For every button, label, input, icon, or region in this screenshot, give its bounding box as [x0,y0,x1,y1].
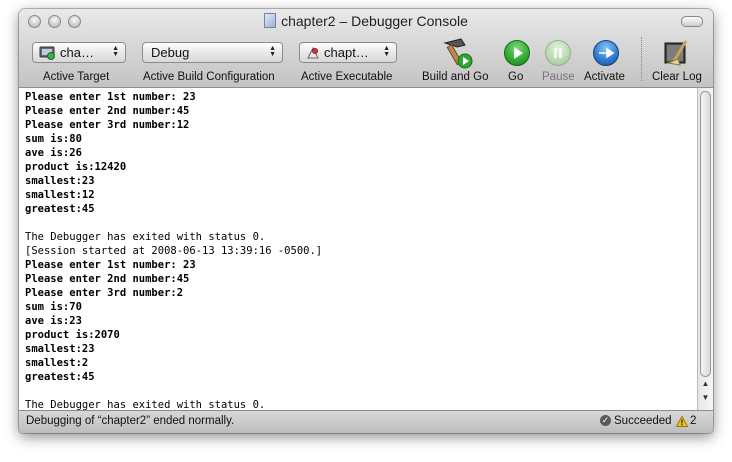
console-line: sum is:80 [25,133,82,145]
console-line: [Session started at 2008-06-13 13:39:16 … [25,245,323,257]
build-configuration-popup[interactable]: Debug ▲ ▼ [142,42,283,63]
activate-label: Activate [584,71,625,83]
build-configuration-label: Active Build Configuration [143,71,275,83]
console-line: Please enter 2nd number:45 [25,273,190,285]
status-message: Debugging of “chapter2” ended normally. [26,415,235,427]
console-line: Please enter 1st number: 23 [25,259,196,271]
debugger-activate-icon [593,40,619,66]
status-bar: Debugging of “chapter2” ended normally. … [19,410,713,433]
console-line: smallest:2 [25,357,89,369]
console-line: Please enter 1st number: 23 [25,91,196,103]
executable-icon [307,46,319,59]
console-line: sum is:70 [25,301,82,313]
build-and-go-label: Build and Go [422,71,489,83]
go-label: Go [508,71,524,83]
titlebar-toolbar: chapter2 – Debugger Console cha… ▲ ▼ Acti… [19,9,713,88]
console-line: product is:12420 [25,161,127,173]
popup-arrows-icon: ▲ ▼ [383,45,390,58]
console-line: ave is:23 [25,315,82,327]
active-target-value: cha… [60,45,94,60]
target-app-icon [39,46,55,60]
popup-arrows-icon: ▲ ▼ [269,45,276,58]
console-line: The Debugger has exited with status 0. [25,399,266,410]
window-title: chapter2 – Debugger Console [281,13,468,29]
scroll-up-arrow-icon[interactable]: ▲ [700,378,711,389]
window-title-area: chapter2 – Debugger Console [19,13,713,29]
console-line: smallest:12 [25,189,95,201]
document-icon [264,13,277,28]
pause-label: Pause [542,71,575,83]
toolbar-separator [641,37,643,81]
console-line: smallest:23 [25,343,95,355]
popup-arrows-icon: ▲ ▼ [112,45,119,58]
console-line: greatest:45 [25,371,95,383]
hammer-icon [443,38,473,69]
scroll-down-arrow-icon[interactable]: ▼ [700,392,711,403]
build-result-text: Succeeded [614,415,672,427]
broom-icon [664,40,688,66]
build-configuration-value: Debug [151,45,190,60]
active-executable-label: Active Executable [301,71,393,83]
console-line: greatest:45 [25,203,95,215]
vertical-scrollbar[interactable]: ▲ ▼ [697,88,713,410]
console-line: product is:2070 [25,329,120,341]
active-executable-popup[interactable]: chapt… ▲ ▼ [299,42,397,63]
console-line: smallest:23 [25,175,95,187]
pause-icon [545,40,571,66]
console-line: Please enter 3rd number:12 [25,119,190,131]
console-line: Please enter 2nd number:45 [25,105,190,117]
clear-log-label: Clear Log [652,71,702,83]
build-result-icon: ✓ [600,415,611,426]
warning-count: 2 [690,415,697,427]
active-target-popup[interactable]: cha… ▲ ▼ [32,42,126,63]
warning-icon[interactable] [676,416,688,427]
scrollbar-thumb[interactable] [700,91,711,377]
play-icon [504,40,530,66]
console-line: ave is:26 [25,147,82,159]
console-line: Please enter 3rd number:2 [25,287,184,299]
console-line: The Debugger has exited with status 0. [25,231,266,243]
toolbar-toggle-button[interactable] [681,16,703,27]
debugger-console-window: chapter2 – Debugger Console cha… ▲ ▼ Acti… [19,9,713,433]
console-output[interactable]: Please enter 1st number: 23 Please enter … [19,88,697,410]
active-executable-value: chapt… [324,45,369,60]
active-target-label: Active Target [43,71,110,83]
